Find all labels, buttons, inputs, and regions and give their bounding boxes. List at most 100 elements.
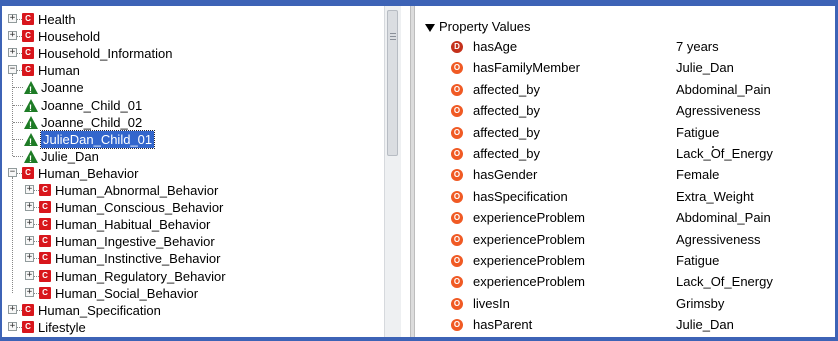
property-name: hasSpecification	[473, 188, 568, 204]
expand-toggle-icon[interactable]: +	[25, 202, 34, 212]
property-value[interactable]: Agressiveness	[676, 101, 761, 121]
property-row[interactable]: Oaffected_by Lack_Of_Energy	[422, 144, 832, 164]
panel-splitter[interactable]	[410, 6, 415, 337]
tree-node-label[interactable]: Human_Regulatory_Behavior	[55, 268, 226, 285]
property-row[interactable]: OexperienceProblem Abdominal_Pain	[422, 208, 832, 228]
tree-node-label[interactable]: Human_Social_Behavior	[55, 285, 198, 302]
tree-class-node[interactable]: + C Human_Social_Behavior	[4, 285, 380, 302]
property-value[interactable]: Abdominal_Pain	[676, 80, 771, 100]
tree-node-label[interactable]: Household	[38, 28, 100, 45]
class-hierarchy-tree[interactable]: + C Health + C Household + C Household_Informati…	[4, 6, 380, 337]
tree-individual-node[interactable]: Joanne	[4, 79, 380, 99]
expand-toggle-icon[interactable]: +	[25, 185, 34, 194]
property-row[interactable]: OhasSpecification Extra_Weight	[422, 187, 832, 207]
property-value[interactable]: Extra_Weight	[676, 187, 754, 207]
property-row[interactable]: OhasFamilyMember Julie_Dan	[422, 58, 832, 78]
collapse-toggle-icon[interactable]: −	[8, 65, 17, 75]
property-row[interactable]: OexperienceProblem Fatigue	[422, 251, 832, 271]
property-value[interactable]: Grimsby	[676, 294, 724, 314]
property-row[interactable]: OlivesIn Grimsby	[422, 294, 832, 314]
tree-class-node[interactable]: + C Human_Ingestive_Behavior	[4, 233, 380, 250]
tree-node-label[interactable]: Lifestyle	[38, 319, 86, 336]
tree-class-node[interactable]: + C Human_Specification	[4, 302, 380, 319]
property-value[interactable]: Agressiveness	[676, 230, 761, 250]
property-values-header[interactable]: Property Values	[425, 18, 531, 35]
property-row[interactable]: Oaffected_by Fatigue	[422, 123, 832, 143]
property-row[interactable]: OhasParent Julie_Dan	[422, 315, 832, 335]
tree-class-node[interactable]: + C Human_Abnormal_Behavior	[4, 182, 380, 199]
tree-node-label[interactable]: Human_Conscious_Behavior	[55, 199, 223, 216]
property-name: experienceProblem	[473, 274, 586, 290]
tree-class-node[interactable]: + C Human_Regulatory_Behavior	[4, 268, 380, 285]
property-value[interactable]: 7 years	[676, 37, 719, 57]
collapse-triangle-icon[interactable]	[425, 23, 435, 32]
tree-class-node[interactable]: + C Household_Information	[4, 45, 380, 62]
tree-node-label[interactable]: Household_Information	[38, 45, 172, 62]
property-row[interactable]: OexperienceProblem Agressiveness	[422, 230, 832, 250]
tree-node-label-selected[interactable]: JulieDan_Child_01	[39, 129, 156, 149]
tree-node-label[interactable]: Human_Specification	[38, 302, 161, 319]
tree-class-node[interactable]: − C Human	[4, 62, 380, 79]
window-frame-bottom	[0, 337, 838, 341]
tree-node-label[interactable]: Joanne_Child_01	[41, 97, 142, 114]
tree-class-node[interactable]: + C Human_Conscious_Behavior	[4, 199, 380, 216]
window-frame-left	[0, 0, 2, 341]
tree-node-label[interactable]: Human_Instinctive_Behavior	[55, 250, 220, 267]
tree-node-label[interactable]: Joanne_Child_02	[41, 114, 142, 131]
tree-class-node[interactable]: + C Human_Instinctive_Behavior	[4, 250, 380, 267]
expand-toggle-icon[interactable]: +	[25, 219, 34, 229]
tree-node-label[interactable]: Human_Habitual_Behavior	[55, 216, 210, 233]
property-values-panel: Property Values DhasAge 7 years OhasFamily…	[422, 6, 832, 337]
expand-toggle-icon[interactable]: +	[25, 270, 34, 280]
expand-toggle-icon[interactable]: +	[25, 287, 34, 297]
property-row[interactable]: Oaffected_by Abdominal_Pain	[422, 80, 832, 100]
individual-icon	[24, 115, 38, 134]
tree-node-label[interactable]: Julie_Dan	[41, 148, 99, 165]
tree-individual-node[interactable]: Julie_Dan	[4, 148, 380, 168]
expand-toggle-icon[interactable]: +	[8, 31, 17, 41]
expand-toggle-icon[interactable]: +	[8, 321, 17, 331]
object-property-icon: O	[451, 319, 463, 332]
tree-individual-node[interactable]: JulieDan_Child_01	[4, 129, 380, 151]
property-row[interactable]: OhasGender Female	[422, 165, 832, 185]
tree-class-node[interactable]: + C Household	[4, 28, 380, 45]
class-icon: C	[22, 303, 34, 316]
property-value[interactable]: Lack_Of_Energy	[676, 144, 773, 164]
tree-node-label[interactable]: Joanne	[41, 79, 84, 96]
tree-scrollbar[interactable]	[384, 6, 401, 337]
expand-toggle-icon[interactable]: +	[25, 253, 34, 263]
property-row[interactable]: OexperienceProblem Lack_Of_Energy	[422, 272, 832, 292]
tree-node-label[interactable]: Human	[38, 62, 80, 79]
class-icon: C	[22, 166, 34, 179]
property-value[interactable]: Abdominal_Pain	[676, 208, 771, 228]
property-name: hasParent	[473, 317, 533, 333]
property-value[interactable]: Fatigue	[676, 251, 719, 271]
expand-toggle-icon[interactable]: +	[25, 236, 34, 246]
tree-individual-node[interactable]: Joanne_Child_01	[4, 97, 380, 117]
expand-toggle-icon[interactable]: +	[8, 14, 17, 23]
tree-individual-node[interactable]: Joanne_Child_02	[4, 114, 380, 134]
property-value[interactable]: Lack_Of_Energy	[676, 272, 773, 292]
class-icon: C	[39, 218, 51, 231]
tree-node-label[interactable]: Health	[38, 11, 76, 28]
individual-icon	[24, 98, 38, 117]
tree-class-node[interactable]: + C Human_Habitual_Behavior	[4, 216, 380, 233]
collapse-toggle-icon[interactable]: −	[8, 167, 17, 177]
scrollbar-thumb[interactable]	[387, 10, 398, 156]
property-value[interactable]: Female	[676, 165, 719, 185]
property-row[interactable]: Oaffected_by Agressiveness	[422, 101, 832, 121]
tree-class-node[interactable]: + C Lifestyle	[4, 319, 380, 336]
expand-toggle-icon[interactable]: +	[8, 304, 17, 314]
tree-node-label[interactable]: Human_Behavior	[38, 165, 138, 182]
tree-class-node[interactable]: + C Health	[4, 11, 380, 28]
property-row[interactable]: DhasAge 7 years	[422, 37, 832, 57]
class-icon: C	[39, 184, 51, 196]
tree-node-label[interactable]: Human_Ingestive_Behavior	[55, 233, 215, 250]
property-value[interactable]: Julie_Dan	[676, 58, 734, 78]
expand-toggle-icon[interactable]: +	[8, 48, 17, 58]
tree-node-label[interactable]: Human_Abnormal_Behavior	[55, 182, 218, 199]
property-value[interactable]: Julie_Dan	[676, 315, 734, 335]
property-value[interactable]: Fatigue	[676, 123, 719, 143]
individual-icon	[24, 149, 38, 168]
tree-class-node[interactable]: − C Human_Behavior	[4, 165, 380, 182]
